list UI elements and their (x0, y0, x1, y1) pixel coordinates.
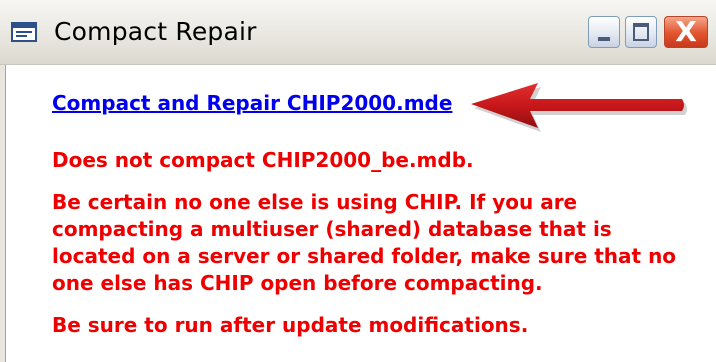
minimize-icon (598, 37, 610, 41)
close-icon: X (675, 15, 697, 48)
window-title: Compact Repair (54, 17, 257, 46)
note-run-after-update: Be sure to run after update modification… (52, 313, 529, 337)
note-compact-backend: Does not compact CHIP2000_be.mdb. (52, 148, 474, 172)
red-arrow-icon (471, 83, 687, 132)
minimize-button[interactable] (588, 16, 620, 48)
title-bar[interactable]: Compact Repair X (0, 0, 716, 65)
note-multiuser-warning: Be certain no one else is using CHIP. If… (52, 190, 677, 295)
maximize-icon (633, 23, 649, 41)
window-left-border (0, 65, 6, 362)
maximize-button[interactable] (625, 16, 657, 48)
compact-repair-window: Compact Repair X Compact and Repair CHIP… (0, 0, 716, 362)
form-icon[interactable] (11, 22, 37, 42)
close-button[interactable]: X (664, 16, 708, 48)
compact-repair-link[interactable]: Compact and Repair CHIP2000.mde (52, 91, 452, 115)
